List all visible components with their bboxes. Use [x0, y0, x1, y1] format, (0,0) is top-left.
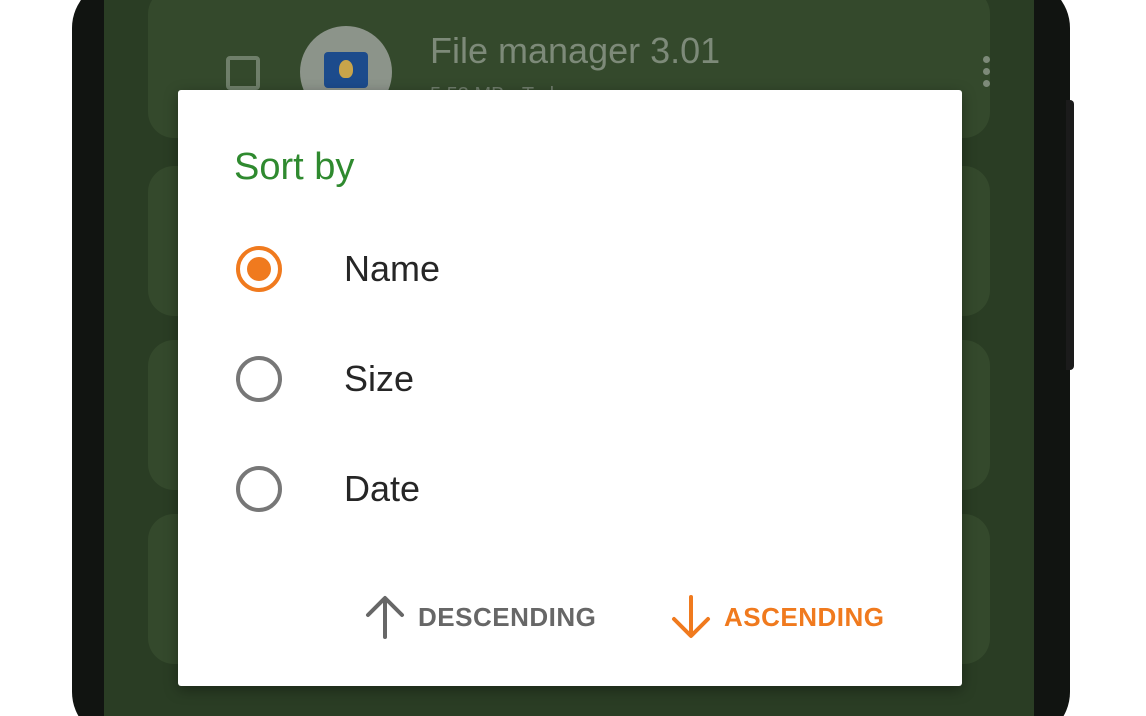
radio-button-checked[interactable]: [236, 246, 282, 292]
arrow-up-icon: [366, 596, 404, 639]
ascending-button[interactable]: ASCENDING: [668, 590, 885, 644]
screenshot-root: File manager 3.01 5.53 MB · Today Sort b…: [0, 0, 1146, 716]
descending-button[interactable]: DESCENDING: [362, 590, 596, 644]
more-vert-icon[interactable]: [978, 56, 994, 96]
radio-button[interactable]: [236, 356, 282, 402]
sort-option-date[interactable]: Date: [234, 454, 914, 524]
sort-option-label: Size: [344, 358, 415, 399]
sort-dialog: Sort by Name Size Date DESCENDING ASCEND…: [178, 90, 962, 686]
folder-icon: [324, 52, 368, 88]
phone-side-button: [1066, 100, 1074, 370]
ascending-label: ASCENDING: [724, 601, 885, 632]
sort-option-size[interactable]: Size: [234, 344, 914, 414]
list-item-title: File manager 3.01: [430, 30, 721, 71]
sort-option-label: Name: [344, 248, 441, 289]
sort-option-label: Date: [344, 468, 421, 509]
sort-option-name[interactable]: Name: [234, 234, 914, 304]
dialog-title: Sort by: [234, 146, 355, 188]
select-checkbox[interactable]: [226, 56, 260, 90]
descending-label: DESCENDING: [418, 601, 597, 632]
arrow-down-icon: [672, 595, 710, 638]
radio-button[interactable]: [236, 466, 282, 512]
